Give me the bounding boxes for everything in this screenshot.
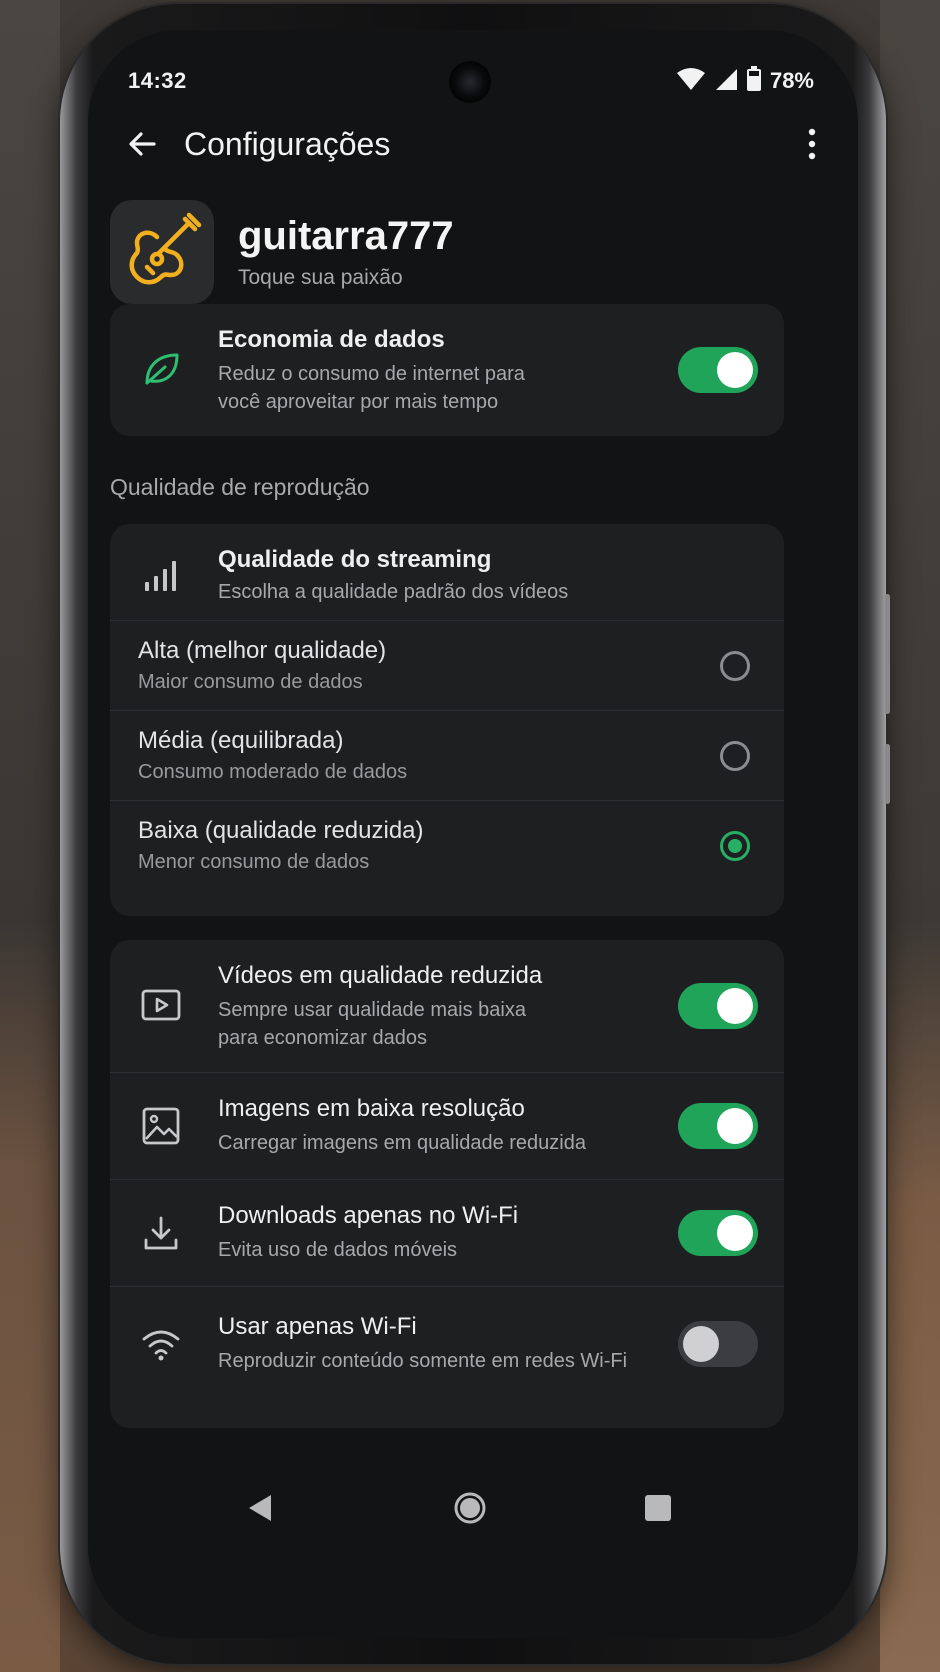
section-title-playback: Qualidade de reprodução xyxy=(110,474,370,500)
status-time: 14:32 xyxy=(128,68,187,93)
option-title: Baixa (qualidade reduzida) xyxy=(138,817,424,844)
background-left xyxy=(0,0,60,1672)
data-saver-row[interactable]: Economia de dados Reduz o consumo de int… xyxy=(110,304,784,436)
toggle-knob xyxy=(683,1326,719,1362)
setting-title: Vídeos em qualidade reduzida xyxy=(218,962,543,989)
quality-option-low[interactable]: Baixa (qualidade reduzida) Menor consumo… xyxy=(110,801,784,911)
quality-option-medium[interactable]: Média (equilibrada) Consumo moderado de … xyxy=(110,711,784,800)
data-saver-toggle[interactable] xyxy=(678,347,758,393)
setting-subtitle-1: Sempre usar qualidade mais baixa xyxy=(218,999,526,1021)
quality-option-high[interactable]: Alta (melhor qualidade) Maior consumo de… xyxy=(110,621,784,710)
download-icon xyxy=(140,1212,182,1254)
status-icons: 78% xyxy=(676,65,814,97)
option-subtitle: Menor consumo de dados xyxy=(138,851,370,873)
wifi-icon xyxy=(140,1323,182,1365)
phone-frame: 14:32 78% Configurações guitarra777 Toqu… xyxy=(60,4,890,1664)
setting-row-downloads-wifi[interactable]: Downloads apenas no Wi-Fi Evita uso de d… xyxy=(110,1180,784,1286)
streaming-quality-header: Qualidade do streaming Escolha a qualida… xyxy=(110,524,784,620)
setting-row-reduced-video[interactable]: Vídeos em qualidade reduzida Sempre usar… xyxy=(110,940,784,1072)
option-title: Média (equilibrada) xyxy=(138,727,344,754)
profile-header: guitarra777 Toque sua paixão xyxy=(110,200,810,306)
guitar-icon xyxy=(119,207,205,298)
nav-home-icon xyxy=(453,1491,487,1530)
data-saver-card: Economia de dados Reduz o consumo de int… xyxy=(110,304,784,436)
status-bar: 14:32 78% xyxy=(88,30,858,120)
data-saver-title: Economia de dados xyxy=(218,326,445,353)
battery-percent: 78% xyxy=(769,68,814,93)
back-button[interactable] xyxy=(120,124,164,168)
nav-recents-icon xyxy=(643,1493,673,1528)
toggle-knob xyxy=(717,1108,753,1144)
more-options-button[interactable] xyxy=(790,124,834,168)
setting-row-wifi-only[interactable]: Usar apenas Wi-Fi Reproduzir conteúdo so… xyxy=(110,1287,784,1427)
nav-back-icon xyxy=(245,1492,275,1529)
radio-high[interactable] xyxy=(720,651,750,681)
signal-icon xyxy=(714,67,738,96)
image-icon xyxy=(140,1105,182,1147)
data-saver-subtitle-2: você aproveitar por mais tempo xyxy=(218,391,499,413)
toggle-knob xyxy=(717,1215,753,1251)
app-bar: Configurações xyxy=(88,118,858,188)
leaf-icon xyxy=(140,348,182,390)
streaming-quality-title: Qualidade do streaming xyxy=(218,546,492,573)
setting-subtitle-1: Carregar imagens em qualidade reduzida xyxy=(218,1132,586,1154)
battery-icon xyxy=(746,65,762,97)
page-title: Configurações xyxy=(184,126,391,162)
more-vert-icon xyxy=(807,128,817,165)
wifi-only-toggle[interactable] xyxy=(678,1321,758,1367)
toggle-knob xyxy=(717,988,753,1024)
nav-back-button[interactable] xyxy=(232,1482,288,1538)
radio-low[interactable] xyxy=(720,831,750,861)
wifi-icon xyxy=(676,67,706,96)
low-res-images-toggle[interactable] xyxy=(678,1103,758,1149)
volume-button xyxy=(885,594,890,714)
data-saver-subtitle-1: Reduz o consumo de internet para xyxy=(218,363,525,385)
setting-subtitle-1: Evita uso de dados móveis xyxy=(218,1239,458,1261)
setting-subtitle-1: Reproduzir conteúdo somente em redes Wi-… xyxy=(218,1350,628,1372)
profile-tagline: Toque sua paixão xyxy=(238,266,403,289)
setting-title: Imagens em baixa resolução xyxy=(218,1095,525,1122)
toggle-knob xyxy=(717,352,753,388)
back-arrow-icon xyxy=(126,128,158,165)
option-title: Alta (melhor qualidade) xyxy=(138,637,387,664)
setting-title: Downloads apenas no Wi-Fi xyxy=(218,1202,519,1229)
streaming-quality-subtitle: Escolha a qualidade padrão dos vídeos xyxy=(218,581,569,603)
system-nav-bar xyxy=(88,1460,858,1560)
app-logo xyxy=(110,200,214,304)
screen: 14:32 78% Configurações guitarra777 Toqu… xyxy=(88,30,858,1638)
nav-home-button[interactable] xyxy=(442,1482,498,1538)
video-icon xyxy=(140,984,182,1026)
downloads-wifi-toggle[interactable] xyxy=(678,1210,758,1256)
data-options-card: Vídeos em qualidade reduzida Sempre usar… xyxy=(110,940,784,1428)
setting-row-low-res-images[interactable]: Imagens em baixa resolução Carregar imag… xyxy=(110,1073,784,1179)
profile-name: guitarra777 xyxy=(238,214,454,258)
nav-recents-button[interactable] xyxy=(630,1482,686,1538)
reduced-video-toggle[interactable] xyxy=(678,983,758,1029)
setting-title: Usar apenas Wi-Fi xyxy=(218,1313,417,1340)
signal-bars-icon xyxy=(140,554,182,596)
streaming-quality-card: Qualidade do streaming Escolha a qualida… xyxy=(110,524,784,916)
option-subtitle: Consumo moderado de dados xyxy=(138,761,408,783)
background-right xyxy=(880,0,940,1672)
option-subtitle: Maior consumo de dados xyxy=(138,671,363,693)
radio-medium[interactable] xyxy=(720,741,750,771)
power-button xyxy=(885,744,890,804)
setting-subtitle-2: para economizar dados xyxy=(218,1027,428,1049)
